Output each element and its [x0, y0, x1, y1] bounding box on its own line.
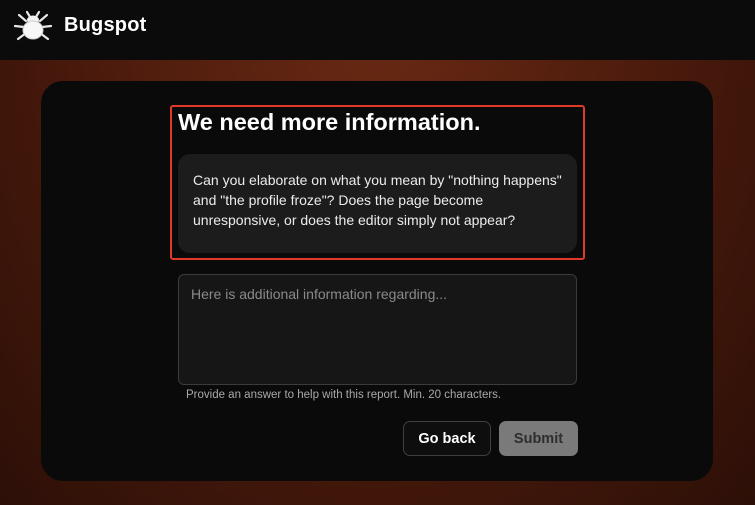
answer-textarea[interactable] [178, 274, 577, 385]
page-heading: We need more information. [178, 109, 481, 135]
bug-icon [12, 9, 54, 45]
top-bar: Bugspot [0, 0, 755, 60]
go-back-button[interactable]: Go back [403, 421, 491, 456]
question-text: Can you elaborate on what you mean by "n… [193, 172, 562, 228]
submit-button[interactable]: Submit [499, 421, 578, 456]
helper-text: Provide an answer to help with this repo… [186, 389, 502, 401]
app-title: Bugspot [64, 14, 147, 36]
question-box: Can you elaborate on what you mean by "n… [178, 154, 577, 253]
